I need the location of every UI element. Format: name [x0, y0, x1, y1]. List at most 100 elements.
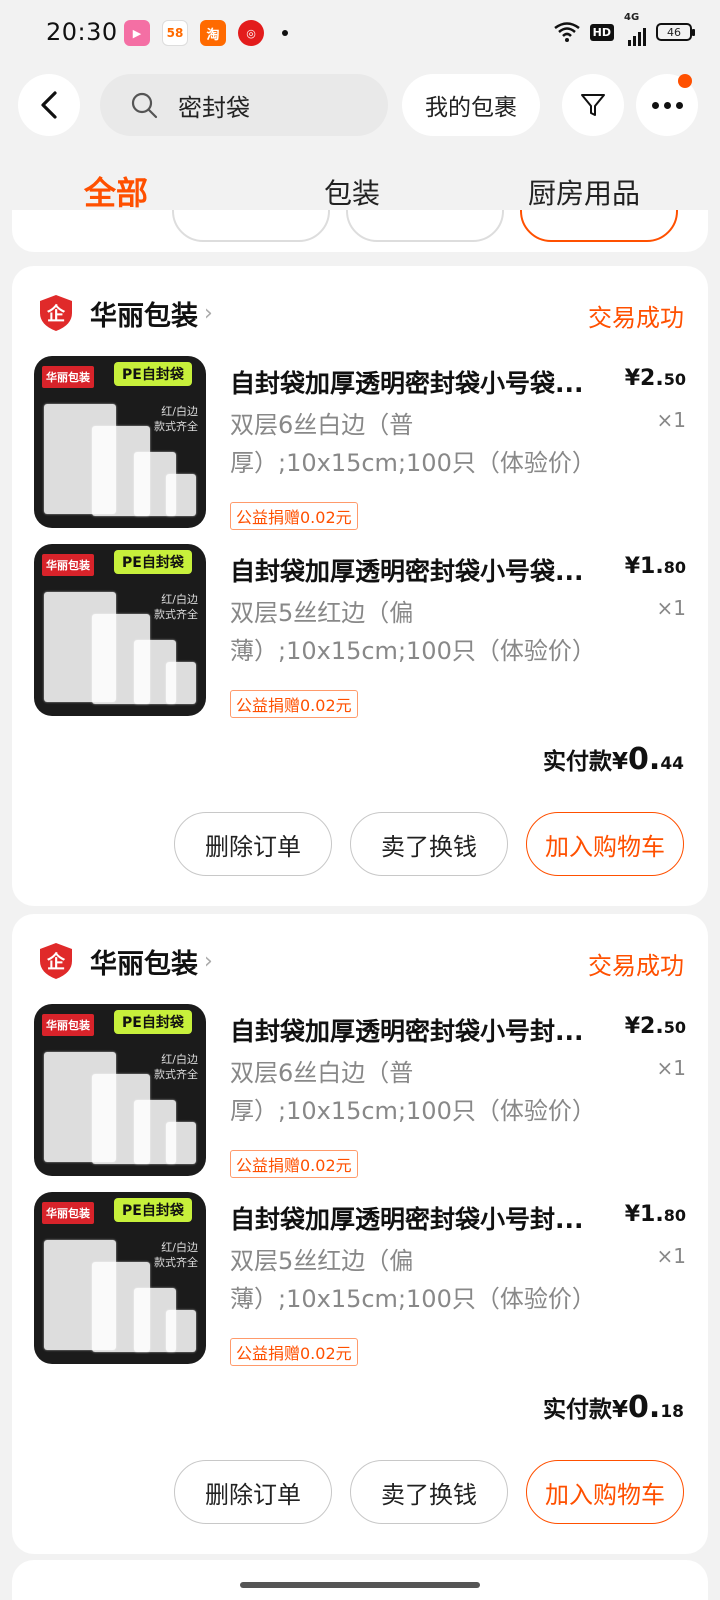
more-icon [651, 101, 683, 109]
thumb-badge: PE自封袋 [114, 362, 192, 386]
item-title: 自封袋加厚透明密封袋小号封... [230, 1205, 584, 1234]
previous-order-card [12, 210, 708, 252]
item-spec: 双层6丝白边（普厚）;10x15cm;100只（体验价） [230, 411, 596, 477]
status-bar: 20:30 ▶ 58 淘 ◎ HD 4G 46 [0, 0, 720, 64]
taobao-icon: 淘 [200, 20, 226, 46]
battery-icon: 46 [656, 23, 695, 41]
item-price: ¥1.80 [624, 554, 686, 579]
system-status: HD 4G 46 [553, 12, 695, 46]
donation-badge: 公益捐赠0.02元 [230, 502, 358, 530]
home-indicator[interactable] [240, 1582, 480, 1588]
donation-badge: 公益捐赠0.02元 [230, 1150, 358, 1178]
previous-order-button[interactable] [172, 210, 330, 242]
item-spec: 双层5丝红边（偏薄）;10x15cm;100只（体验价） [230, 1247, 596, 1313]
more-button[interactable] [636, 74, 698, 136]
svg-text:企: 企 [46, 951, 66, 973]
top-bar: 密封袋 我的包裹 [0, 70, 720, 140]
cellular-signal-icon: 4G [624, 12, 646, 46]
battery-level: 46 [667, 25, 681, 39]
thumb-brand: 华丽包装 [42, 1202, 94, 1224]
delete-order-button[interactable]: 删除订单 [174, 812, 332, 876]
order-card: 企 华丽包装 › 交易成功 华丽包装 PE自封袋 红/白边 款式齐全 自封袋加厚透… [12, 914, 708, 1554]
thumb-note: 红/白边 款式齐全 [154, 405, 198, 433]
donation-badge: 公益捐赠0.02元 [230, 690, 358, 718]
thumb-note: 红/白边 款式齐全 [154, 1241, 198, 1269]
chevron-right-icon: › [204, 300, 213, 326]
item-price: ¥2.50 [624, 366, 686, 391]
resell-button[interactable]: 卖了换钱 [350, 1460, 508, 1524]
item-title: 自封袋加厚透明密封袋小号袋... [230, 369, 584, 398]
order-status: 交易成功 [588, 304, 684, 332]
product-thumbnail: 华丽包装 PE自封袋 红/白边 款式齐全 [34, 544, 206, 716]
thumb-brand: 华丽包装 [42, 554, 94, 576]
shop-name: 华丽包装 [90, 300, 198, 332]
item-price: ¥1.80 [624, 1202, 686, 1227]
resell-button[interactable]: 卖了换钱 [350, 812, 508, 876]
previous-order-button[interactable] [346, 210, 504, 242]
product-thumbnail: 华丽包装 PE自封袋 红/白边 款式齐全 [34, 1192, 206, 1364]
delete-order-button[interactable]: 删除订单 [174, 1460, 332, 1524]
thumb-brand: 华丽包装 [42, 366, 94, 388]
add-to-cart-button[interactable]: 加入购物车 [526, 1460, 684, 1524]
product-thumbnail: 华丽包装 PE自封袋 红/白边 款式齐全 [34, 356, 206, 528]
thumb-badge: PE自封袋 [114, 1010, 192, 1034]
item-title: 自封袋加厚透明密封袋小号封... [230, 1017, 584, 1046]
thumb-note: 红/白边 款式齐全 [154, 593, 198, 621]
status-time: 20:30 [46, 18, 118, 46]
thumb-brand: 华丽包装 [42, 1014, 94, 1036]
item-price: ¥2.50 [624, 1014, 686, 1039]
thumb-badge: PE自封袋 [114, 550, 192, 574]
search-query: 密封袋 [178, 93, 250, 122]
next-order-card [12, 1560, 708, 1600]
order-actions: 删除订单 卖了换钱 加入购物车 [174, 1460, 684, 1524]
item-quantity: ×1 [656, 1056, 686, 1080]
filter-button[interactable] [562, 74, 624, 136]
search-input[interactable]: 密封袋 [100, 74, 388, 136]
tab-kitchen[interactable]: 厨房用品 [528, 172, 640, 212]
58-icon: 58 [162, 20, 188, 46]
order-card: 企 华丽包装 › 交易成功 华丽包装 PE自封袋 红/白边 款式齐全 自封袋加厚透… [12, 266, 708, 906]
back-arrow-icon [41, 91, 57, 119]
item-title: 自封袋加厚透明密封袋小号袋... [230, 557, 584, 586]
item-quantity: ×1 [656, 596, 686, 620]
previous-order-button[interactable] [520, 210, 678, 242]
order-item[interactable]: 华丽包装 PE自封袋 红/白边 款式齐全 自封袋加厚透明密封袋小号袋... 双层5… [34, 544, 686, 718]
order-status: 交易成功 [588, 952, 684, 980]
svg-text:企: 企 [46, 303, 66, 325]
netease-music-icon: ◎ [238, 20, 264, 46]
shop-name: 华丽包装 [90, 948, 198, 980]
product-thumbnail: 华丽包装 PE自封袋 红/白边 款式齐全 [34, 1004, 206, 1176]
network-type: 4G [624, 12, 640, 23]
wifi-icon [553, 22, 580, 42]
shop-header[interactable]: 企 华丽包装 › 交易成功 [36, 288, 684, 338]
more-notifications-dot [282, 30, 288, 36]
back-button[interactable] [18, 74, 80, 136]
shop-badge-icon: 企 [40, 295, 72, 331]
chevron-right-icon: › [204, 948, 213, 974]
filter-icon [581, 94, 605, 116]
thumb-note: 红/白边 款式齐全 [154, 1053, 198, 1081]
donation-badge: 公益捐赠0.02元 [230, 1338, 358, 1366]
notification-dot [678, 74, 692, 88]
item-spec: 双层5丝红边（偏薄）;10x15cm;100只（体验价） [230, 599, 596, 665]
order-list-page: 20:30 ▶ 58 淘 ◎ HD 4G 46 密封袋 我的包裹 全部 包装 厨… [0, 0, 720, 1600]
my-packages-button[interactable]: 我的包裹 [402, 74, 540, 136]
item-quantity: ×1 [656, 1244, 686, 1268]
add-to-cart-button[interactable]: 加入购物车 [526, 812, 684, 876]
item-quantity: ×1 [656, 408, 686, 432]
search-icon [131, 92, 158, 119]
tab-all[interactable]: 全部 [84, 168, 148, 214]
order-actions: 删除订单 卖了换钱 加入购物车 [174, 812, 684, 876]
paid-amount: 实付款¥0.18 [543, 1390, 684, 1425]
shop-badge-icon: 企 [40, 943, 72, 979]
notification-icons: ▶ 58 淘 ◎ [124, 20, 288, 46]
order-item[interactable]: 华丽包装 PE自封袋 红/白边 款式齐全 自封袋加厚透明密封袋小号封... 双层6… [34, 1004, 686, 1178]
order-item[interactable]: 华丽包装 PE自封袋 红/白边 款式齐全 自封袋加厚透明密封袋小号袋... 双层6… [34, 356, 686, 530]
bilibili-icon: ▶ [124, 20, 150, 46]
tab-packaging[interactable]: 包装 [324, 172, 380, 212]
thumb-badge: PE自封袋 [114, 1198, 192, 1222]
order-item[interactable]: 华丽包装 PE自封袋 红/白边 款式齐全 自封袋加厚透明密封袋小号封... 双层5… [34, 1192, 686, 1366]
item-spec: 双层6丝白边（普厚）;10x15cm;100只（体验价） [230, 1059, 596, 1125]
shop-header[interactable]: 企 华丽包装 › 交易成功 [36, 936, 684, 986]
paid-amount: 实付款¥0.44 [543, 742, 684, 777]
